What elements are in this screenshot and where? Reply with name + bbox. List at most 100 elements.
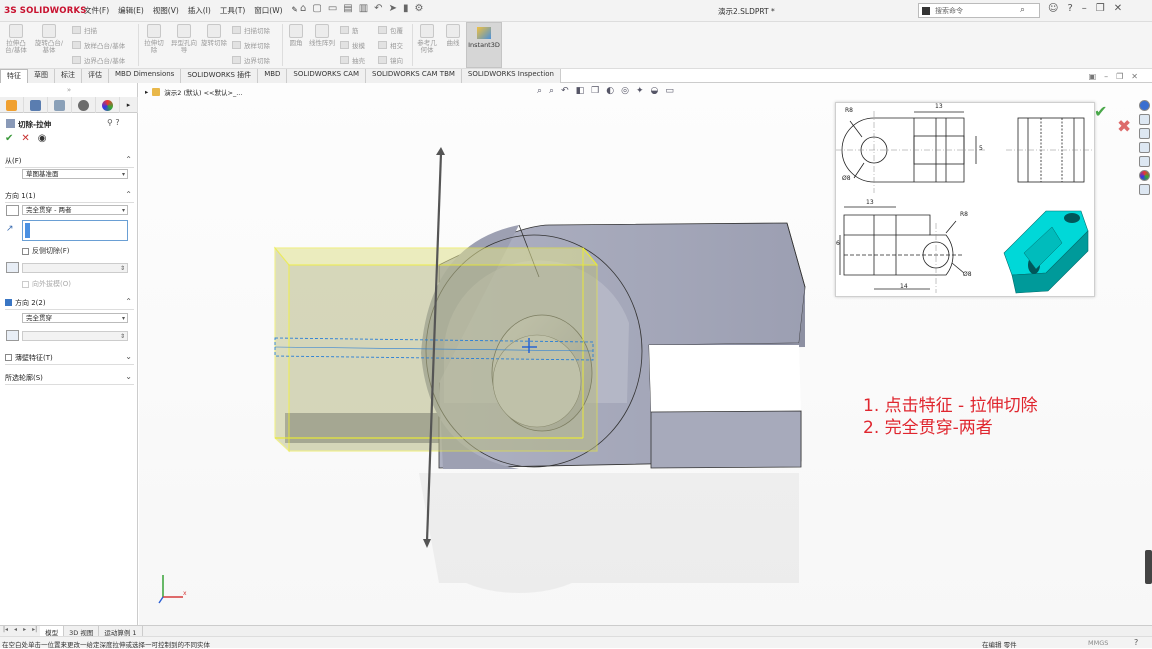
save-icon[interactable]: ▤ [343, 3, 352, 14]
rebuild-icon[interactable]: ▮ [403, 3, 409, 14]
doc-close-icon[interactable]: ✕ [1131, 72, 1138, 81]
search-icon[interactable]: ⌕ [1020, 5, 1025, 15]
nav-next-icon[interactable]: ▸ [20, 626, 29, 636]
new-icon[interactable]: ▢ [312, 3, 321, 14]
extrude-cut-button[interactable]: 拉伸切除 [142, 24, 166, 54]
user-icon[interactable]: ☺ [1048, 3, 1058, 14]
pin-icon[interactable]: ✎ [292, 5, 298, 16]
direction2-end-condition-dropdown[interactable]: 完全贯穿 ▾ [22, 313, 128, 323]
linear-pattern-button[interactable]: 线性阵列 [309, 24, 335, 47]
tab-markup[interactable]: 标注 [55, 69, 82, 83]
confirmation-ok-check-icon[interactable]: ✔ [1094, 102, 1107, 121]
tab-sketch[interactable]: 草图 [28, 69, 55, 83]
from-dropdown[interactable]: 草图基准面 ▾ [22, 169, 128, 179]
menu-insert[interactable]: 插入(I) [188, 5, 211, 16]
status-help-icon[interactable]: ? [1134, 638, 1138, 647]
boundary-cut-button[interactable]: 边界切除 [232, 55, 270, 65]
nav-first-icon[interactable]: |◂ [0, 626, 11, 636]
direction-arrow-top[interactable] [436, 147, 445, 155]
detailed-preview-icon[interactable]: ⚲ [107, 118, 113, 127]
nav-last-icon[interactable]: ▸| [29, 626, 40, 636]
lofted-cut-button[interactable]: 放样切除 [232, 40, 270, 50]
home-tab-icon[interactable] [1138, 114, 1150, 125]
menu-window[interactable]: 窗口(W) [254, 5, 282, 16]
swept-cut-button[interactable]: 扫描切除 [232, 25, 270, 35]
minimize-icon[interactable]: – [1082, 3, 1087, 14]
wrap-button[interactable]: 包覆 [378, 25, 403, 35]
draft-toggle-icon[interactable] [6, 262, 19, 273]
from-section-header[interactable]: 从(F) ⌃ [0, 155, 138, 168]
selected-contours-section-header[interactable]: 所选轮廓(S) ⌄ [0, 372, 138, 385]
draft-angle-spinner[interactable]: ⇕ [22, 263, 128, 273]
revolve-boss-button[interactable]: 旋转凸台/基体 [33, 24, 65, 54]
hole-wizard-button[interactable]: 异型孔向导 [170, 24, 198, 54]
panel-collapse-chevron-icon[interactable]: » [0, 86, 138, 94]
tab-solidworks-addins[interactable]: SOLIDWORKS 插件 [181, 69, 259, 83]
direction1-section-header[interactable]: 方向 1(1) ⌃ [0, 190, 138, 203]
revolve-cut-button[interactable]: 旋转切除 [201, 24, 227, 47]
menu-file[interactable]: 文件(F) [84, 5, 109, 16]
rib-button[interactable]: 筋 [340, 25, 359, 35]
draft-button[interactable]: 拔模 [340, 40, 365, 50]
direction2-section-header[interactable]: 方向 2(2) ⌃ [0, 297, 138, 310]
custom-properties-icon[interactable] [1138, 184, 1150, 195]
tab-property-manager[interactable] [24, 97, 48, 113]
reference-geometry-button[interactable]: 参考几何体 [415, 24, 439, 54]
reverse-direction-icon[interactable] [6, 205, 19, 216]
confirmation-cancel-x-icon[interactable]: ✖ [1117, 117, 1131, 137]
tab-configuration-manager[interactable] [48, 97, 72, 113]
task-pane-handle[interactable] [1145, 550, 1152, 584]
tab-dimxpert-manager[interactable] [72, 97, 96, 113]
instant3d-button[interactable]: Instant3D [466, 22, 502, 68]
mirror-button[interactable]: 镜向 [378, 55, 403, 65]
help-icon[interactable]: ? [1067, 3, 1072, 14]
select-icon[interactable]: ➤ [389, 3, 397, 14]
tab-solidworks-cam[interactable]: SOLIDWORKS CAM [287, 69, 366, 83]
graphics-area[interactable]: ▸ 演示2 (默认) <<默认>_... ⌕ ⌕ ↶ ◧ ❒ ◐ ◎ ✦ ◒ ▭ [139, 83, 1152, 625]
draft-toggle2-icon[interactable] [6, 330, 19, 341]
tab-display-manager[interactable] [96, 97, 120, 113]
undo-icon[interactable]: ↶ [374, 3, 382, 14]
close-icon[interactable]: ✕ [1114, 3, 1122, 14]
direction2-checkbox-checked-icon[interactable] [5, 299, 12, 306]
tab-mbd[interactable]: MBD [258, 69, 288, 83]
tab-features[interactable]: 特征 [0, 69, 28, 83]
intersect-button[interactable]: 相交 [378, 40, 403, 50]
options-icon[interactable]: ⚙ [414, 3, 423, 14]
search-scope-icon[interactable] [922, 7, 930, 15]
tab-feature-manager[interactable] [0, 97, 24, 113]
print-icon[interactable]: ▥ [359, 3, 368, 14]
direction-vector-selection-box[interactable] [22, 220, 128, 241]
draft-angle2-spinner[interactable]: ⇕ [22, 331, 128, 341]
loft-boss-button[interactable]: 放样凸台/基体 [72, 40, 125, 50]
sweep-button[interactable]: 扫描 [72, 25, 97, 35]
fillet-button[interactable]: 圆角 [285, 24, 307, 47]
search-commands-input[interactable]: 搜索命令 ⌕ [918, 3, 1040, 18]
status-units[interactable]: MMGS [1088, 639, 1108, 647]
boundary-boss-button[interactable]: 边界凸台/基体 [72, 55, 125, 65]
menu-edit[interactable]: 编辑(E) [118, 5, 144, 16]
appearances-icon[interactable] [1138, 170, 1150, 181]
doc-restore-icon[interactable]: ❐ [1116, 72, 1123, 81]
manager-tabs-more[interactable]: ▸ [120, 97, 138, 113]
home-icon[interactable]: ⌂ [300, 3, 306, 14]
tab-mbd-dimensions[interactable]: MBD Dimensions [109, 69, 182, 83]
menu-tools[interactable]: 工具(T) [220, 5, 245, 16]
tab-solidworks-inspection[interactable]: SOLIDWORKS Inspection [461, 69, 561, 83]
tab-solidworks-cam-tbm[interactable]: SOLIDWORKS CAM TBM [366, 69, 462, 83]
solidworks-resources-icon[interactable] [1138, 100, 1150, 111]
view-palette-icon[interactable] [1138, 156, 1150, 167]
curves-button[interactable]: 曲线 [442, 24, 464, 47]
nav-prev-icon[interactable]: ◂ [11, 626, 20, 636]
doc-minimize-icon[interactable]: – [1104, 72, 1108, 81]
help-circle-icon[interactable]: ? [115, 118, 119, 127]
direction-arrow-bottom[interactable] [423, 539, 431, 548]
thin-feature-section-header[interactable]: 薄壁特征(T) ⌄ [0, 352, 138, 365]
tab-evaluate[interactable]: 评估 [82, 69, 109, 83]
restore-icon[interactable]: ❐ [1096, 3, 1105, 14]
flip-side-cut-checkbox[interactable]: 反侧切除(F) [22, 246, 70, 256]
ok-check-icon[interactable]: ✔ [5, 133, 13, 144]
design-library-icon[interactable] [1138, 128, 1150, 139]
cancel-x-icon[interactable]: ✕ [21, 133, 29, 144]
draft-outward-checkbox[interactable]: 向外拔模(O) [22, 279, 71, 289]
